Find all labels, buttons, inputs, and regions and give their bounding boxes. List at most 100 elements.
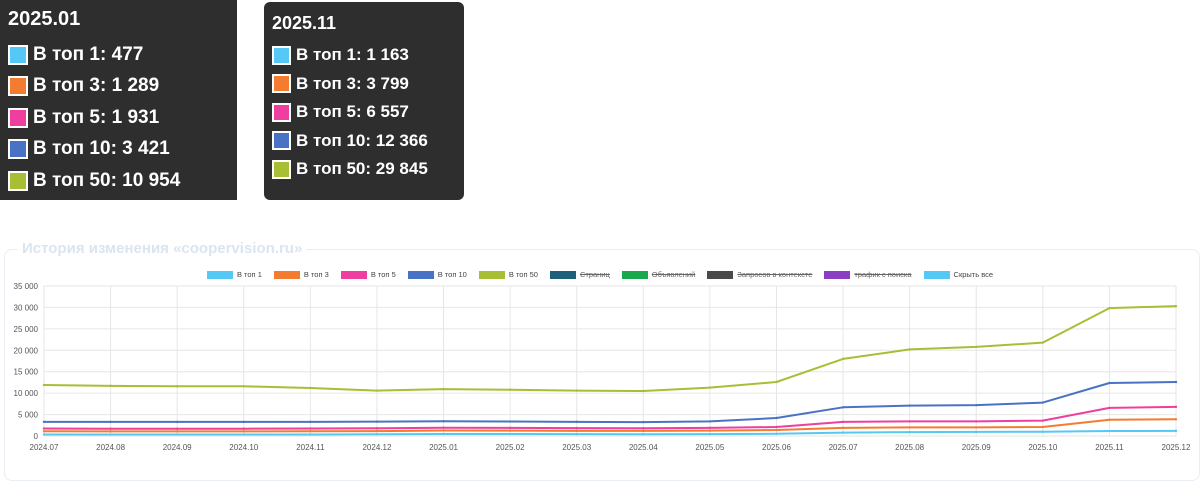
y-tick-label: 0 bbox=[34, 432, 39, 441]
tooltip-row: В топ 5010 954 bbox=[8, 165, 229, 197]
data-point bbox=[42, 427, 46, 430]
data-point bbox=[708, 429, 712, 432]
tooltip-series-value: 6 557 bbox=[366, 102, 409, 122]
tooltip-2025-11: 2025.11 В топ 11 163В топ 33 799В топ 56… bbox=[264, 2, 464, 200]
data-point bbox=[1174, 405, 1178, 409]
data-point bbox=[242, 420, 245, 424]
data-point bbox=[1041, 425, 1045, 429]
data-point bbox=[975, 403, 978, 407]
data-point bbox=[109, 427, 112, 430]
data-point bbox=[309, 430, 312, 433]
x-tick-label: 2025.06 bbox=[762, 443, 791, 452]
series-color-swatch bbox=[8, 170, 28, 191]
legend-item[interactable]: В топ 50 bbox=[478, 270, 538, 279]
legend-item[interactable]: В топ 5 bbox=[340, 270, 396, 279]
data-point bbox=[375, 433, 379, 436]
data-point bbox=[42, 430, 46, 433]
data-point bbox=[175, 430, 179, 433]
x-tick-label: 2024.07 bbox=[30, 443, 59, 452]
data-point bbox=[575, 432, 578, 436]
legend-item[interactable]: трафик с поиска bbox=[824, 270, 912, 279]
data-point bbox=[975, 420, 978, 423]
series-line bbox=[43, 305, 1177, 392]
data-point bbox=[708, 426, 712, 430]
data-point bbox=[1108, 429, 1111, 433]
legend-label: В топ 10 bbox=[437, 270, 467, 279]
series-color-swatch bbox=[8, 76, 28, 97]
tooltip-series-value: 1 931 bbox=[111, 106, 160, 128]
x-tick-label: 2024.12 bbox=[362, 443, 391, 452]
legend-swatch bbox=[707, 270, 734, 279]
data-point bbox=[242, 385, 245, 388]
tooltip-series-value: 3 799 bbox=[366, 73, 409, 93]
x-tick-label: 2025.05 bbox=[695, 443, 724, 452]
legend-item[interactable]: Запросов в контексте bbox=[707, 270, 812, 279]
data-point bbox=[642, 429, 645, 433]
data-point bbox=[1108, 381, 1111, 385]
legend-swatch bbox=[407, 270, 434, 279]
tooltip-rows: В топ 11 163В топ 33 799В топ 56 557 В то… bbox=[272, 41, 456, 184]
tooltip-date: 2025.11 bbox=[272, 13, 337, 33]
legend-item[interactable]: Страниц bbox=[549, 270, 610, 279]
data-point bbox=[508, 426, 512, 430]
data-point bbox=[242, 433, 245, 436]
data-point bbox=[375, 427, 379, 430]
data-point bbox=[642, 420, 645, 424]
tooltip-series-label: В топ 3 bbox=[296, 74, 366, 94]
tooltip-row: В топ 31 289 bbox=[8, 71, 229, 103]
series-line bbox=[44, 381, 1177, 424]
legend-swatch bbox=[824, 270, 851, 279]
y-tick-label: 25 000 bbox=[14, 325, 39, 334]
legend-swatch bbox=[549, 270, 576, 279]
data-point bbox=[775, 425, 778, 429]
legend-label: В топ 3 bbox=[303, 270, 329, 279]
tooltip-series-value: 477 bbox=[111, 43, 144, 65]
legend-item[interactable]: В топ 3 bbox=[273, 270, 329, 279]
tooltip-rows: В топ 1477В топ 31 289В топ 51 931В топ … bbox=[8, 39, 229, 197]
data-point bbox=[109, 384, 112, 388]
data-point bbox=[975, 426, 978, 429]
tooltip-series-label: В топ 5 bbox=[296, 102, 366, 122]
tooltip-series-label: В топ 10 bbox=[296, 131, 376, 151]
tooltip-row: В топ 5029 845 bbox=[272, 155, 456, 184]
data-point bbox=[1174, 429, 1178, 433]
x-tick-label: 2025.08 bbox=[895, 443, 924, 452]
legend-swatch bbox=[478, 270, 505, 279]
data-point bbox=[175, 427, 179, 430]
legend-item[interactable]: Объявлений bbox=[621, 270, 695, 279]
x-tick-label: 2024.10 bbox=[229, 443, 258, 452]
data-point bbox=[442, 387, 445, 391]
tooltip-series-value: 1 163 bbox=[366, 45, 409, 65]
tooltip-series-label: В топ 50 bbox=[296, 159, 376, 179]
legend-label: В топ 5 bbox=[370, 270, 396, 279]
data-point bbox=[442, 420, 445, 423]
data-point bbox=[375, 420, 379, 423]
data-point bbox=[109, 433, 112, 436]
data-point bbox=[508, 388, 512, 391]
legend-label: Страниц bbox=[579, 270, 610, 279]
chart-legend: В топ 1 В топ 3 В топ 5 В топ 10 В топ 50 Стр… bbox=[0, 270, 1200, 279]
legend-item[interactable]: Скрыть все bbox=[923, 270, 993, 279]
tooltip-series-label: В топ 1 bbox=[33, 44, 112, 66]
x-tick-label: 2025.04 bbox=[629, 443, 658, 452]
tooltip-series-label: В топ 1 bbox=[296, 45, 366, 65]
data-point bbox=[575, 426, 578, 430]
tooltip-date: 2025.01 bbox=[8, 8, 81, 30]
tooltip-series-label: В топ 3 bbox=[33, 75, 112, 97]
data-point bbox=[309, 427, 312, 430]
data-point bbox=[775, 416, 778, 420]
data-point bbox=[242, 427, 245, 430]
series-color-swatch bbox=[8, 44, 28, 65]
series-color-swatch bbox=[272, 131, 291, 151]
series-color-swatch bbox=[272, 159, 291, 179]
data-point bbox=[1041, 430, 1045, 433]
data-point bbox=[508, 420, 512, 423]
legend-item[interactable]: В топ 10 bbox=[407, 270, 467, 279]
legend-item[interactable]: В топ 1 bbox=[206, 270, 262, 279]
data-point bbox=[1041, 419, 1045, 422]
data-point bbox=[908, 420, 911, 423]
tooltip-row: В топ 1012 366 bbox=[272, 127, 456, 156]
data-point bbox=[1108, 406, 1111, 410]
data-point bbox=[708, 420, 712, 423]
tooltip-series-value: 29 845 bbox=[375, 159, 428, 179]
